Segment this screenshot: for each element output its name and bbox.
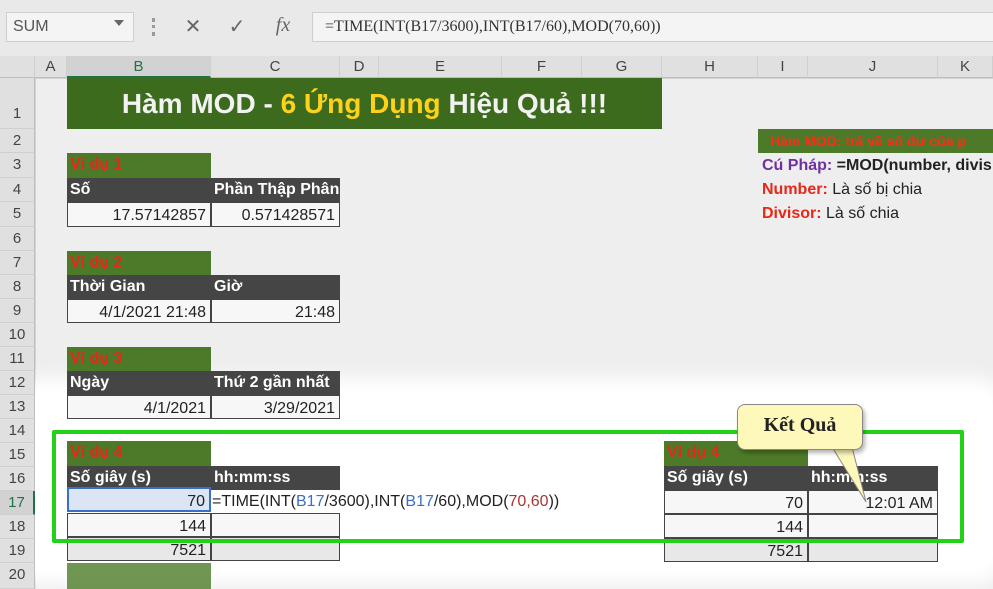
number-label: Number: <box>762 181 828 198</box>
example1-label[interactable]: Ví dụ 1 <box>67 153 211 178</box>
example2-header-hour[interactable]: Giờ <box>211 275 340 299</box>
divisor-value: Là số chia <box>821 205 899 222</box>
callout-pointer <box>831 446 867 503</box>
number-value: Là số bị chia <box>827 181 923 198</box>
row-header-12[interactable]: 12 <box>0 371 35 395</box>
row-header-7[interactable]: 7 <box>0 251 35 275</box>
syntax-value: =MOD(number, divis <box>832 157 992 174</box>
example3-header-date[interactable]: Ngày <box>67 371 211 395</box>
result-callout: Kết Quả <box>737 404 863 450</box>
example2-result[interactable]: 21:48 <box>211 299 340 323</box>
example2-value[interactable]: 4/1/2021 21:48 <box>67 299 211 323</box>
column-header-f[interactable]: F <box>502 56 582 78</box>
title-part-2: 6 Ứng Dụng <box>280 88 449 119</box>
row-header-11[interactable]: 11 <box>0 347 35 371</box>
example2-header-time[interactable]: Thời Gian <box>67 275 211 299</box>
title-part-1: Hàm MOD - <box>121 88 281 119</box>
row-header-19[interactable]: 19 <box>0 539 35 563</box>
row-header-16[interactable]: 16 <box>0 467 35 491</box>
example3-result[interactable]: 3/29/2021 <box>211 395 340 419</box>
chevron-down-icon[interactable] <box>114 20 124 26</box>
column-header-h[interactable]: H <box>662 56 758 78</box>
insert-function-button[interactable]: fx <box>266 12 300 42</box>
cancel-button[interactable]: ✕ <box>176 12 210 42</box>
next-example-band <box>67 563 211 589</box>
example3-header-monday[interactable]: Thứ 2 gần nhất <box>211 371 340 395</box>
definition-header[interactable]: Hàm MOD: trả về số dư của p <box>758 129 993 153</box>
syntax-label: Cú Pháp: <box>762 157 833 174</box>
enter-button[interactable]: ✓ <box>220 12 254 42</box>
example3-label[interactable]: Ví dụ 3 <box>67 347 211 371</box>
row-header-5[interactable]: 5 <box>0 202 35 227</box>
column-header-b[interactable]: B <box>67 56 211 78</box>
name-box[interactable]: SUM <box>6 12 134 42</box>
row-header-4[interactable]: 4 <box>0 178 35 202</box>
divisor-label: Divisor: <box>762 205 822 222</box>
select-all-corner[interactable] <box>0 56 35 78</box>
column-header-d[interactable]: D <box>340 56 379 78</box>
example3-value[interactable]: 4/1/2021 <box>67 395 211 419</box>
formula-input[interactable]: =TIME(INT(B17/3600),INT(B17/60),MOD(70,6… <box>312 12 993 42</box>
column-header-j[interactable]: J <box>808 56 938 78</box>
drag-handle-icon[interactable] <box>152 18 155 36</box>
column-header-k[interactable]: K <box>938 56 993 78</box>
column-header-e[interactable]: E <box>379 56 502 78</box>
row-header-14[interactable]: 14 <box>0 419 35 443</box>
row-header-18[interactable]: 18 <box>0 515 35 539</box>
example1-header-decimal[interactable]: Phần Thập Phân <box>211 178 340 202</box>
example2-label[interactable]: Ví dụ 2 <box>67 251 211 275</box>
column-header-g[interactable]: G <box>582 56 662 78</box>
example1-result[interactable]: 0.571428571 <box>211 202 340 227</box>
title-part-3: Hiệu Quả !!! <box>448 88 608 119</box>
column-header-c[interactable]: C <box>211 56 340 78</box>
example1-header-number[interactable]: Số <box>67 178 211 202</box>
column-header-a[interactable]: A <box>35 56 67 78</box>
row-header-15[interactable]: 15 <box>0 443 35 467</box>
row-header-13[interactable]: 13 <box>0 395 35 419</box>
divisor-note[interactable]: Divisor: Là số chia <box>762 205 899 223</box>
row-header-20[interactable]: 20 <box>0 563 35 589</box>
example1-value[interactable]: 17.57142857 <box>67 202 211 227</box>
row-header-2[interactable]: 2 <box>0 129 35 153</box>
row-header-3[interactable]: 3 <box>0 153 35 178</box>
row-header-8[interactable]: 8 <box>0 275 35 299</box>
row-header-17[interactable]: 17 <box>0 491 35 515</box>
column-header-i[interactable]: I <box>758 56 808 78</box>
row-header-10[interactable]: 10 <box>0 323 35 347</box>
row-header-1[interactable]: 1 <box>0 78 35 129</box>
syntax-note[interactable]: Cú Pháp: =MOD(number, divis <box>762 157 992 175</box>
row-header-6[interactable]: 6 <box>0 227 35 251</box>
row-header-9[interactable]: 9 <box>0 299 35 323</box>
title-banner[interactable]: Hàm MOD - 6 Ứng Dụng Hiệu Quả !!! <box>67 78 662 129</box>
number-note[interactable]: Number: Là số bị chia <box>762 181 922 199</box>
